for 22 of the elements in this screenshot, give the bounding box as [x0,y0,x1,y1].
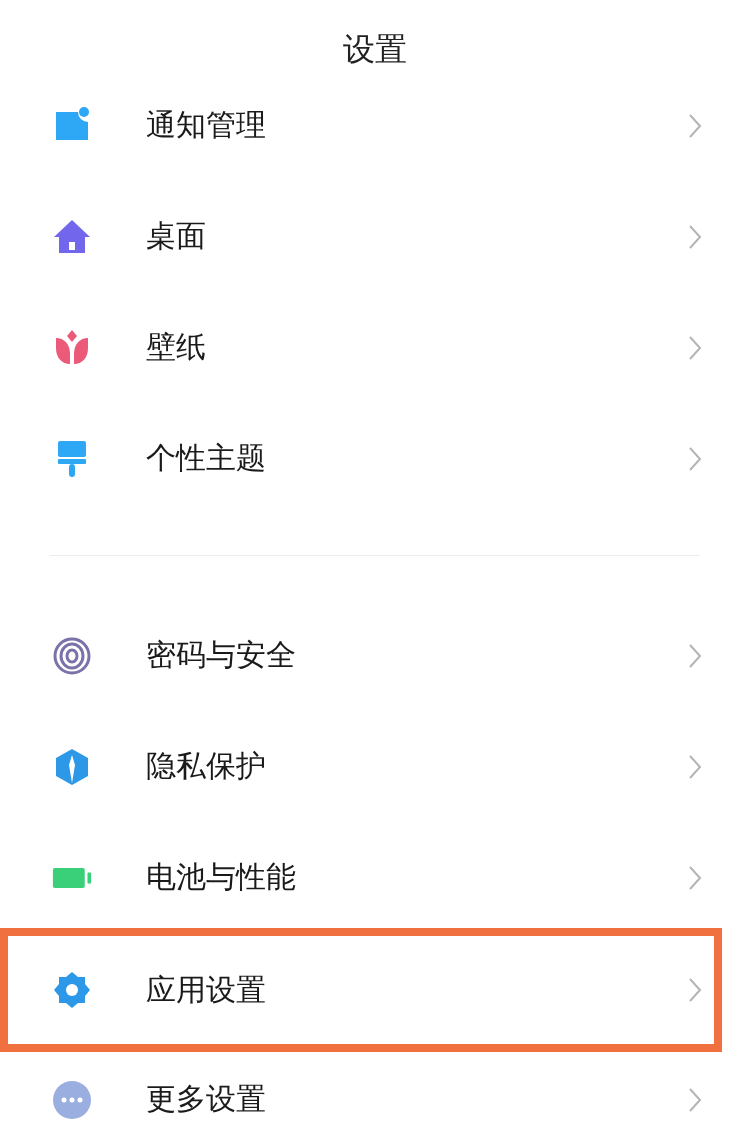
settings-item[interactable]: 密码与安全 [0,600,750,711]
settings-item[interactable]: 壁纸 [0,292,750,403]
chevron-icon [688,864,702,891]
settings-item[interactable]: 电池与性能 [0,822,750,933]
more-icon [52,1079,92,1120]
settings-item[interactable]: 通知管理 [0,70,750,181]
chevron-icon [688,112,702,139]
settings-item[interactable]: 桌面 [0,181,750,292]
chevron-icon [688,642,702,669]
settings-icon [52,970,92,1010]
chevron-icon [688,445,702,472]
page-title: 设置 [343,29,407,70]
chevron-icon [688,1086,702,1113]
fingerprint-icon [52,635,92,676]
chevron-icon [688,753,702,780]
settings-item[interactable]: 应用设置 [8,936,714,1044]
chevron-icon [688,223,702,250]
settings-item[interactable]: 更多设置 [0,1044,750,1130]
chevron-icon [688,977,702,1003]
settings-item[interactable]: 个性主题 [0,403,750,514]
settings-item[interactable]: 隐私保护 [0,711,750,822]
chevron-icon [688,334,702,361]
